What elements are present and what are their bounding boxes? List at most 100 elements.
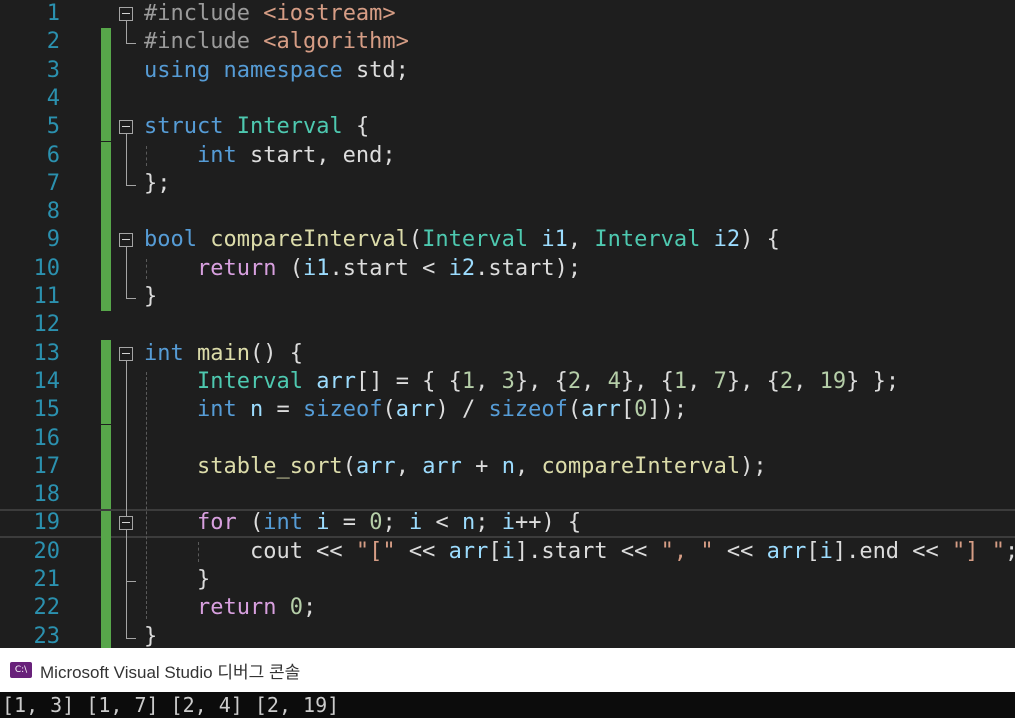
- code-line[interactable]: 11}: [0, 283, 1015, 312]
- code-token: ].end <<: [832, 538, 953, 564]
- code-token: struct: [144, 114, 237, 140]
- code-token: [] = { {: [355, 368, 462, 394]
- code-token: i: [501, 510, 515, 536]
- code-token: =: [263, 397, 303, 423]
- code-token: 4: [607, 368, 621, 394]
- code-token: ;: [1005, 539, 1015, 564]
- code-token: return: [196, 255, 290, 281]
- line-number: 17: [33, 453, 61, 479]
- code-line[interactable]: 12: [0, 311, 1015, 339]
- code-token: 19: [819, 368, 847, 394]
- line-number: 5: [46, 114, 60, 140]
- code-line[interactable]: 7};: [0, 169, 1015, 199]
- code-line[interactable]: 5 struct Interval {: [0, 113, 1015, 142]
- collapse-icon[interactable]: [119, 233, 133, 248]
- code-token: bool: [144, 227, 211, 253]
- code-text: #include <algorithm>: [144, 28, 409, 56]
- change-marker: [101, 339, 111, 368]
- code-token: <: [422, 510, 462, 536]
- code-text: int main() {: [144, 340, 303, 368]
- code-token: #include: [144, 29, 264, 55]
- change-marker: [101, 566, 111, 595]
- line-number: 1: [46, 1, 60, 26]
- code-token: arr: [395, 397, 436, 423]
- fold-line: [126, 247, 127, 298]
- code-line[interactable]: 19 for (int i = 0; i < n; i++) {: [0, 509, 1015, 540]
- code-text: }: [144, 566, 210, 594]
- collapse-icon[interactable]: [119, 346, 133, 361]
- change-marker: [101, 481, 111, 510]
- code-token: 0: [369, 510, 383, 536]
- code-token: n: [501, 453, 515, 479]
- code-token: +: [461, 453, 502, 479]
- collapse-icon[interactable]: [119, 120, 133, 135]
- code-token: ,: [567, 227, 595, 253]
- change-marker: [101, 283, 111, 312]
- collapse-icon[interactable]: [119, 7, 133, 21]
- change-marker: [101, 367, 111, 397]
- code-line[interactable]: 10 return (i1.start < i2.start);: [0, 254, 1015, 283]
- code-token: [: [620, 397, 635, 423]
- code-token: arr: [355, 453, 396, 479]
- collapse-icon[interactable]: [119, 516, 133, 531]
- code-token: namespace: [223, 57, 356, 83]
- code-token: sizeof: [488, 397, 568, 423]
- change-marker: [101, 113, 111, 142]
- code-line[interactable]: 9 bool compareInterval(Interval i1, Inter…: [0, 226, 1015, 255]
- code-line[interactable]: 6 int start, end;: [0, 141, 1015, 170]
- code-editor[interactable]: 1 #include <iostream> 2 #include <algorithm…: [0, 0, 1015, 648]
- code-token: arr: [316, 368, 356, 394]
- code-token: }, {: [620, 368, 674, 394]
- code-line[interactable]: 13 int main() {: [0, 339, 1015, 368]
- fold-line: [126, 360, 127, 638]
- code-token: start, end;: [249, 142, 396, 168]
- code-line[interactable]: 18: [0, 481, 1015, 510]
- code-token: i: [819, 538, 833, 564]
- code-token: .start);: [475, 255, 582, 281]
- code-token: (: [249, 510, 264, 536]
- code-token: 2: [567, 368, 582, 394]
- change-marker: [101, 141, 111, 170]
- code-line[interactable]: 8: [0, 198, 1015, 227]
- code-token: arr: [581, 397, 621, 423]
- code-token: i1: [302, 255, 330, 281]
- code-token: (: [382, 397, 396, 423]
- code-line[interactable]: 17 stable_sort(arr, arr + n, compareInte…: [0, 452, 1015, 482]
- code-line[interactable]: 1 #include <iostream>: [0, 0, 1015, 28]
- code-token: }: [144, 623, 158, 648]
- code-line[interactable]: 23}: [0, 622, 1015, 648]
- line-number: 11: [33, 284, 61, 309]
- line-number: 18: [33, 482, 61, 508]
- code-token: i: [501, 538, 515, 564]
- code-token: (: [289, 255, 303, 281]
- code-line[interactable]: 16: [0, 424, 1015, 453]
- code-text: }: [144, 283, 157, 311]
- code-line[interactable]: 2 #include <algorithm>: [0, 28, 1015, 57]
- code-text: int start, end;: [144, 142, 396, 170]
- code-token: #include: [144, 1, 264, 26]
- code-text: }: [144, 623, 157, 648]
- console-app-icon: C:\: [10, 662, 32, 678]
- code-line[interactable]: 14 Interval arr[] = { {1, 3}, {2, 4}, {1…: [0, 367, 1015, 397]
- code-line[interactable]: 21 }: [0, 566, 1015, 595]
- code-text: struct Interval {: [144, 113, 369, 141]
- code-text: for (int i = 0; i < n; i++) {: [144, 511, 581, 535]
- code-token: n: [249, 397, 264, 423]
- code-token: return: [196, 595, 290, 621]
- code-token: ;: [302, 595, 317, 621]
- code-line[interactable]: 15 int n = sizeof(arr) / sizeof(arr[0]);: [0, 396, 1015, 425]
- code-line[interactable]: 3 using namespace std;: [0, 56, 1015, 85]
- code-token: ", ": [660, 538, 714, 564]
- change-marker: [101, 622, 111, 648]
- indent-guide: [146, 371, 147, 619]
- code-token: i1: [541, 227, 568, 253]
- code-token: arr: [448, 538, 489, 564]
- code-line[interactable]: 20 cout << "[" << arr[i].start << ", " <…: [0, 537, 1015, 566]
- code-line[interactable]: 4: [0, 84, 1015, 114]
- code-line[interactable]: 22 return 0;: [0, 594, 1015, 623]
- code-text: return (i1.start < i2.start);: [144, 255, 581, 283]
- fold-line: [126, 21, 127, 44]
